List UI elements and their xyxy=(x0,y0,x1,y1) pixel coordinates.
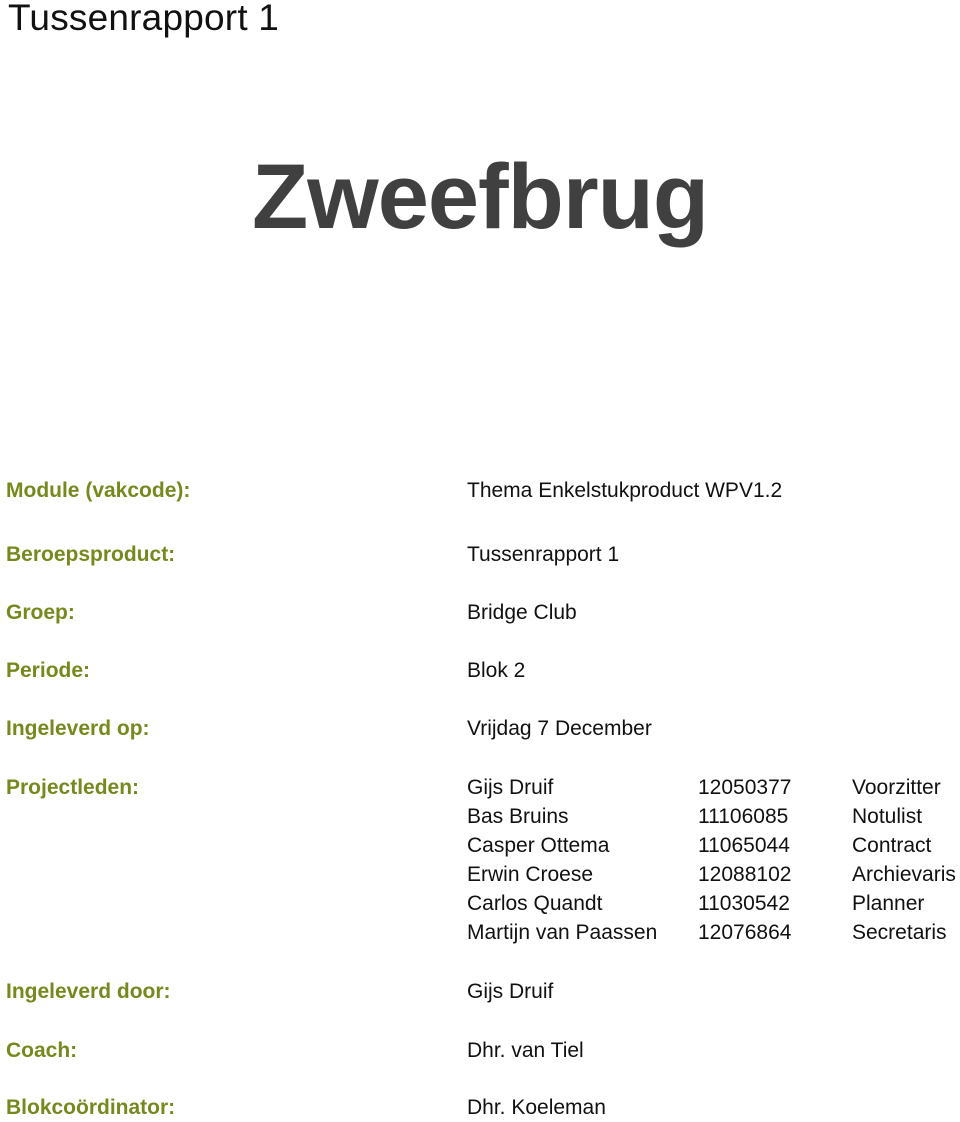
field-ingeleverd-door: Ingeleverd door: Gijs Druif xyxy=(0,978,960,1006)
field-value: Blok 2 xyxy=(467,659,526,682)
field-value: Thema Enkelstukproduct WPV1.2 xyxy=(467,479,783,502)
member-role: Secretaris xyxy=(852,921,947,944)
field-value: Gijs Druif xyxy=(467,980,554,1003)
member-student-number: 12076864 xyxy=(698,921,792,944)
field-label: Module (vakcode): xyxy=(6,479,191,502)
member-name: Martijn van Paassen xyxy=(467,921,658,944)
member-row: Erwin Croese 12088102 Archievaris xyxy=(467,860,960,889)
member-role: Archievaris xyxy=(852,863,956,886)
field-coach: Coach: Dhr. van Tiel xyxy=(0,1037,960,1065)
field-groep: Groep: Bridge Club xyxy=(0,599,960,627)
member-name: Carlos Quandt xyxy=(467,892,603,915)
member-student-number: 11065044 xyxy=(698,834,790,857)
field-label: Ingeleverd door: xyxy=(6,980,171,1003)
member-role: Contract xyxy=(852,834,932,857)
member-row: Carlos Quandt 11030542 Planner xyxy=(467,889,960,918)
member-name: Casper Ottema xyxy=(467,834,610,857)
field-value: Dhr. Koeleman xyxy=(467,1096,606,1119)
field-value: Bridge Club xyxy=(467,601,577,624)
member-name: Bas Bruins xyxy=(467,805,569,828)
field-label: Ingeleverd op: xyxy=(6,717,150,740)
member-student-number: 11030542 xyxy=(698,892,790,915)
field-beroepsproduct: Beroepsproduct: Tussenrapport 1 xyxy=(0,541,960,569)
members-table: Gijs Druif 12050377 Voorzitter Bas Bruin… xyxy=(467,773,960,947)
field-blokcoordinator: Blokcoördinator: Dhr. Koeleman xyxy=(0,1094,960,1122)
member-role: Notulist xyxy=(852,805,923,828)
member-row: Casper Ottema 11065044 Contract xyxy=(467,831,960,860)
field-label: Periode: xyxy=(6,659,91,682)
main-title: Zweefbrug xyxy=(251,146,709,248)
member-role: Planner xyxy=(852,892,925,915)
member-student-number: 11106085 xyxy=(698,805,789,828)
field-label: Coach: xyxy=(6,1039,78,1062)
member-row: Bas Bruins 11106085 Notulist xyxy=(467,802,960,831)
member-name: Gijs Druif xyxy=(467,776,554,799)
field-ingeleverd-op: Ingeleverd op: Vrijdag 7 December xyxy=(0,715,960,743)
member-student-number: 12088102 xyxy=(698,863,792,886)
field-value: Tussenrapport 1 xyxy=(467,543,620,566)
field-label: Projectleden: xyxy=(6,776,140,799)
header-title: Tussenrapport 1 xyxy=(8,0,280,38)
field-label: Blokcoördinator: xyxy=(6,1096,176,1119)
member-student-number: 12050377 xyxy=(698,776,792,799)
member-role: Voorzitter xyxy=(852,776,941,799)
field-module: Module (vakcode): Thema Enkelstukproduct… xyxy=(0,477,960,505)
field-label: Groep: xyxy=(6,601,75,624)
member-name: Erwin Croese xyxy=(467,863,594,886)
field-value: Dhr. van Tiel xyxy=(467,1039,584,1062)
field-periode: Periode: Blok 2 xyxy=(0,657,960,685)
field-label: Beroepsproduct: xyxy=(6,543,176,566)
field-value: Vrijdag 7 December xyxy=(467,717,652,740)
member-row: Martijn van Paassen 12076864 Secretaris xyxy=(467,918,960,947)
member-row: Gijs Druif 12050377 Voorzitter xyxy=(467,773,960,802)
